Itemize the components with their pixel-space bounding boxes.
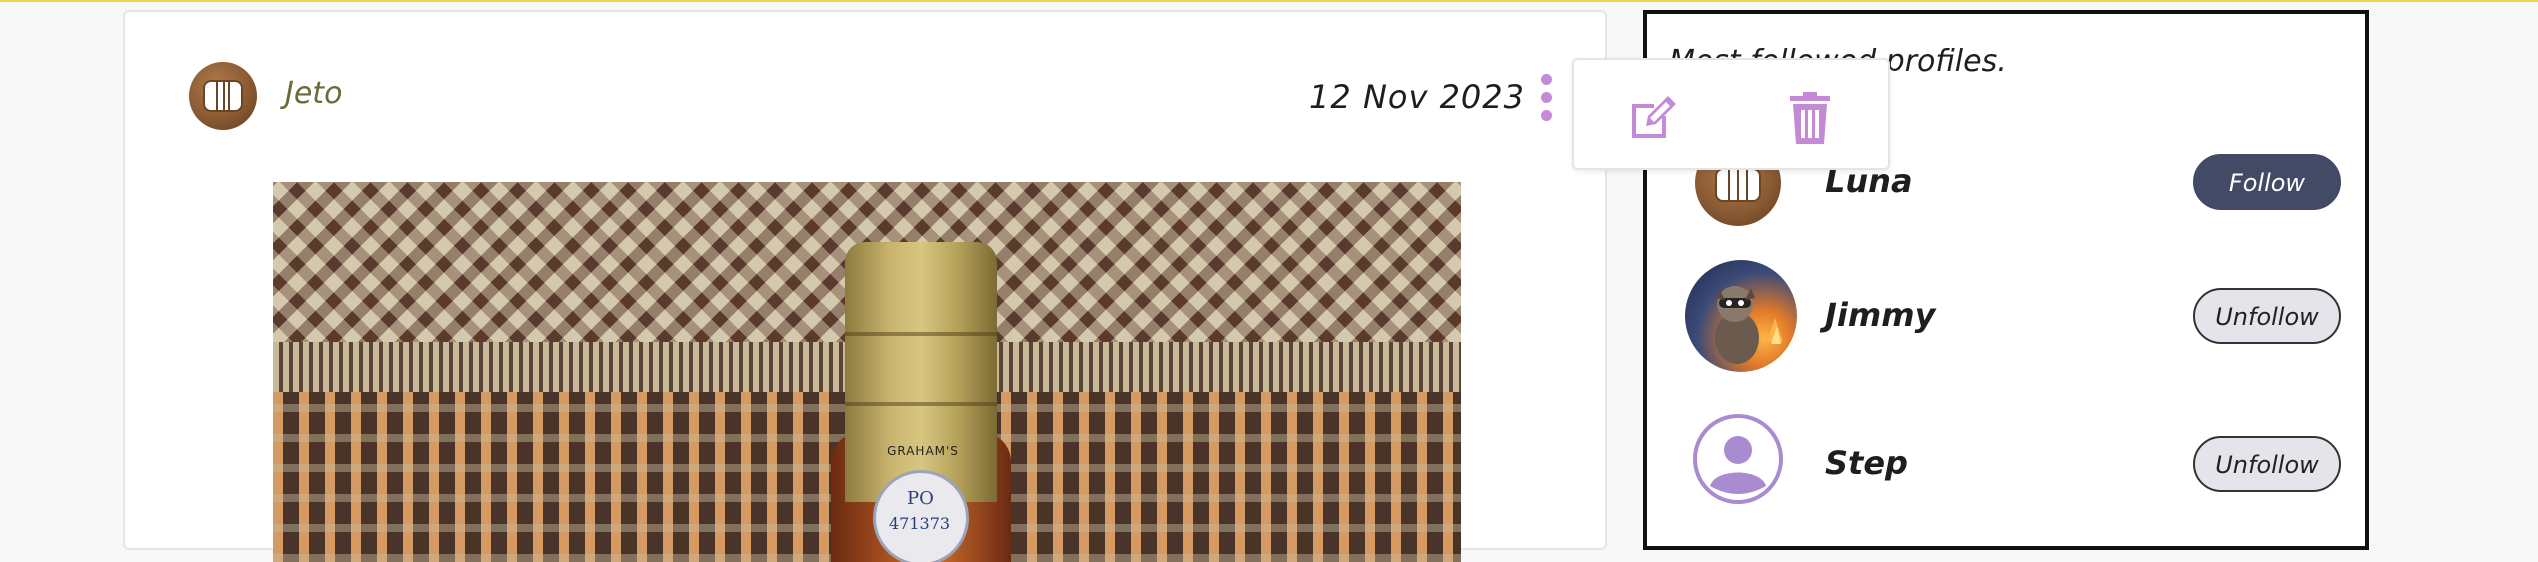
post-date: 12 Nov 2023 bbox=[1309, 78, 1525, 116]
profile-row-step: Step Unfollow bbox=[1647, 414, 2365, 534]
trash-icon[interactable] bbox=[1782, 90, 1838, 146]
bottle-label-text: GRAHAM'S bbox=[887, 444, 959, 458]
profile-name[interactable]: Step bbox=[1825, 444, 1908, 482]
unfollow-button[interactable]: Unfollow bbox=[2193, 288, 2341, 344]
barrel-icon bbox=[203, 80, 243, 112]
edit-icon[interactable] bbox=[1624, 90, 1680, 146]
barrel-icon bbox=[1715, 168, 1761, 202]
user-placeholder-icon[interactable] bbox=[1693, 414, 1783, 504]
seal-code-text: 471373 bbox=[889, 514, 951, 533]
profile-row-jimmy: Jimmy Unfollow bbox=[1647, 260, 2365, 380]
author-avatar[interactable] bbox=[189, 62, 257, 130]
top-accent-line bbox=[0, 0, 2538, 2]
profile-name[interactable]: Jimmy bbox=[1825, 296, 1935, 334]
more-options-icon[interactable] bbox=[1539, 74, 1553, 122]
profile-avatar[interactable] bbox=[1685, 260, 1797, 372]
post-image: GRAHAM'S PO 471373 bbox=[273, 182, 1461, 562]
post-card: Jeto 12 Nov 2023 GRAHAM'S PO 471373 bbox=[123, 10, 1607, 562]
unfollow-button[interactable]: Unfollow bbox=[2193, 436, 2341, 492]
author-name[interactable]: Jeto bbox=[285, 76, 342, 111]
follow-button[interactable]: Follow bbox=[2193, 154, 2341, 210]
seal-po-text: PO bbox=[907, 488, 934, 509]
post-actions-popup bbox=[1572, 58, 1890, 170]
